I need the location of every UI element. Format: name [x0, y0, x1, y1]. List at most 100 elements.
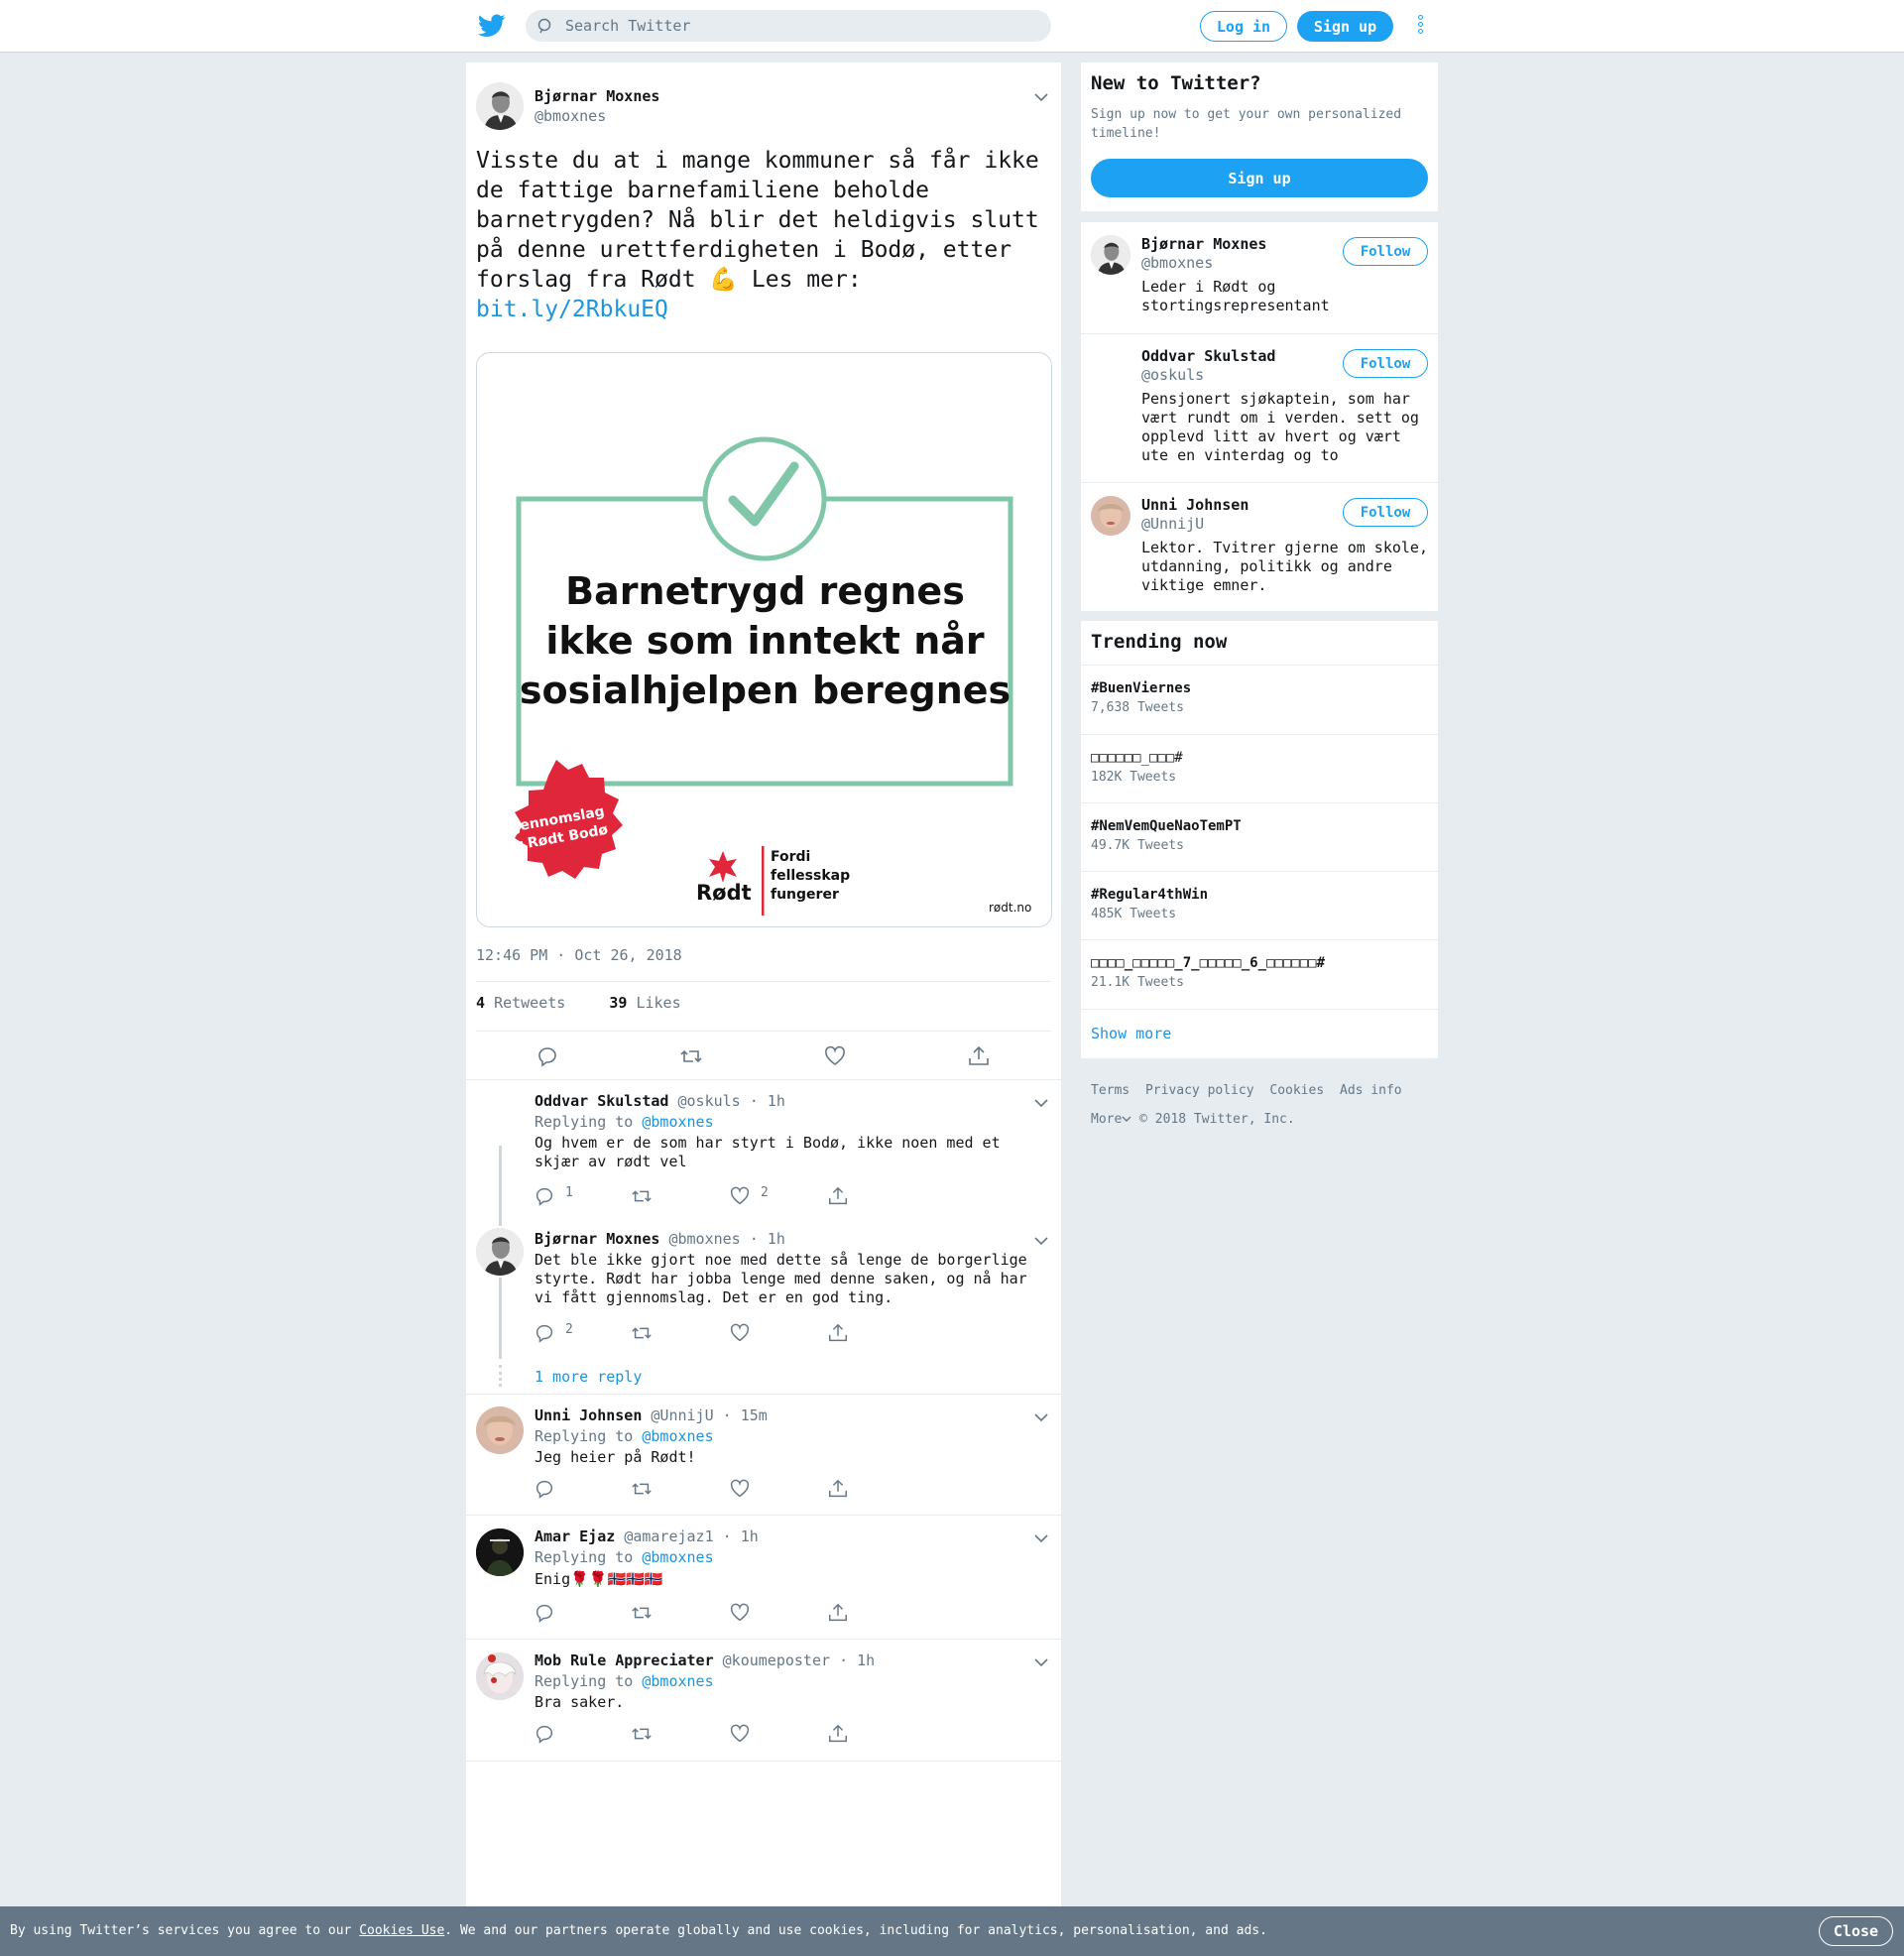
like-icon[interactable] — [823, 1044, 847, 1068]
login-button[interactable]: Log in — [1200, 11, 1287, 42]
footer-cookies[interactable]: Cookies — [1269, 1083, 1324, 1098]
tweet-image-card[interactable]: Barnetrygd regnes ikke som inntekt når s… — [476, 352, 1052, 927]
share-icon[interactable] — [827, 1602, 849, 1624]
author-name[interactable]: Bjørnar Moxnes — [535, 87, 659, 105]
reply-icon[interactable] — [534, 1322, 555, 1344]
like-count[interactable]: 39 — [609, 994, 627, 1012]
chevron-down-icon[interactable] — [1034, 1533, 1048, 1543]
twitter-logo-icon[interactable] — [478, 13, 506, 39]
retweet-icon[interactable] — [631, 1478, 653, 1500]
tweet-link[interactable]: bit.ly/2RbkuEQ — [476, 295, 1041, 324]
mention-link[interactable]: @bmoxnes — [642, 1113, 713, 1131]
suggestion-handle[interactable]: @oskuls — [1141, 366, 1204, 384]
reply-time[interactable]: · 1h — [750, 1230, 785, 1248]
reply-time[interactable]: · 1h — [723, 1528, 759, 1545]
footer-ads[interactable]: Ads info — [1340, 1083, 1402, 1098]
share-icon[interactable] — [827, 1478, 849, 1500]
tweet-timestamp[interactable]: 12:46 PM · Oct 26, 2018 — [476, 946, 682, 964]
follow-suggestion[interactable]: Bjørnar Moxnes @bmoxnes Follow Leder i R… — [1081, 222, 1438, 333]
reply-time[interactable]: · 15m — [723, 1406, 768, 1424]
sidebar-signup-button[interactable]: Sign up — [1091, 159, 1428, 197]
reply-tweet[interactable]: Mob Rule Appreciater @koumeposter · 1h R… — [466, 1639, 1061, 1762]
suggestion-avatar[interactable] — [1091, 347, 1130, 387]
share-icon[interactable] — [827, 1185, 849, 1207]
mention-link[interactable]: @bmoxnes — [642, 1672, 713, 1690]
reply-icon[interactable] — [534, 1723, 555, 1745]
chevron-down-icon[interactable] — [1034, 1657, 1048, 1667]
follow-button[interactable]: Follow — [1343, 349, 1428, 378]
chevron-down-icon[interactable] — [1034, 1412, 1048, 1422]
show-more-link[interactable]: Show more — [1091, 1025, 1171, 1042]
retweet-icon[interactable] — [631, 1723, 653, 1745]
chevron-down-icon[interactable] — [1122, 1115, 1131, 1123]
retweet-count[interactable]: 4 — [476, 994, 485, 1012]
reply-time[interactable]: · 1h — [839, 1651, 875, 1669]
author-avatar[interactable] — [476, 82, 524, 130]
footer-more[interactable]: More — [1091, 1112, 1122, 1127]
reply-tweet[interactable]: Oddvar Skulstad @oskuls · 1h Replying to… — [466, 1079, 1061, 1219]
reply-author-handle[interactable]: @koumeposter — [723, 1651, 830, 1669]
trend-name[interactable]: #NemVemQueNaoTemPT — [1091, 818, 1242, 834]
trend-item[interactable]: #Regular4thWin 485K Tweets — [1081, 871, 1438, 940]
follow-button[interactable]: Follow — [1343, 498, 1428, 527]
reply-avatar[interactable] — [476, 1228, 524, 1276]
follow-button[interactable]: Follow — [1343, 237, 1428, 266]
share-icon[interactable] — [827, 1322, 849, 1344]
reply-author-name[interactable]: Mob Rule Appreciater — [535, 1651, 714, 1669]
retweet-icon[interactable] — [631, 1602, 653, 1624]
mention-link[interactable]: @bmoxnes — [642, 1427, 713, 1445]
reply-icon[interactable] — [534, 1478, 555, 1500]
suggestion-avatar[interactable] — [1091, 235, 1130, 275]
trend-item[interactable]: □□□□_□□□□□_7_□□□□□_6_□□□□□□# 21.1K Tweet… — [1081, 939, 1438, 1009]
search-input[interactable] — [565, 10, 1041, 42]
footer-privacy[interactable]: Privacy policy — [1145, 1083, 1254, 1098]
trend-name[interactable]: #Regular4thWin — [1091, 887, 1208, 903]
reply-icon[interactable] — [534, 1602, 555, 1624]
chevron-down-icon[interactable] — [1034, 92, 1048, 102]
reply-author-name[interactable]: Amar Ejaz — [535, 1528, 615, 1545]
suggestion-handle[interactable]: @UnnijU — [1141, 515, 1204, 533]
reply-avatar[interactable] — [476, 1528, 524, 1576]
footer-terms[interactable]: Terms — [1091, 1083, 1130, 1098]
reply-tweet[interactable]: Amar Ejaz @amarejaz1 · 1h Replying to @b… — [466, 1515, 1061, 1639]
share-icon[interactable] — [827, 1723, 849, 1745]
cookie-close-button[interactable]: Close — [1819, 1916, 1893, 1946]
retweet-icon[interactable] — [631, 1185, 653, 1207]
reply-tweet[interactable]: Unni Johnsen @UnnijU · 15m Replying to @… — [466, 1394, 1061, 1515]
like-icon[interactable] — [729, 1723, 751, 1745]
suggestion-name[interactable]: Unni Johnsen — [1141, 496, 1249, 514]
trend-item[interactable]: □□□□□□_□□□# 182K Tweets — [1081, 734, 1438, 803]
follow-suggestion[interactable]: Oddvar Skulstad @oskuls Follow Pensjoner… — [1081, 333, 1438, 482]
share-icon[interactable] — [967, 1044, 991, 1068]
like-icon[interactable] — [729, 1185, 751, 1207]
suggestion-handle[interactable]: @bmoxnes — [1141, 254, 1213, 272]
reply-author-handle[interactable]: @UnnijU — [651, 1406, 713, 1424]
reply-time[interactable]: · 1h — [750, 1092, 785, 1110]
like-icon[interactable] — [729, 1478, 751, 1500]
trend-name[interactable]: □□□□_□□□□□_7_□□□□□_6_□□□□□□# — [1091, 955, 1325, 971]
chevron-down-icon[interactable] — [1034, 1236, 1048, 1246]
likes-label[interactable]: Likes — [636, 994, 680, 1012]
reply-icon[interactable] — [536, 1044, 559, 1068]
reply-tweet[interactable]: Bjørnar Moxnes @bmoxnes · 1h Det ble ikk… — [466, 1218, 1061, 1397]
chevron-down-icon[interactable] — [1034, 1098, 1048, 1108]
signup-button[interactable]: Sign up — [1297, 11, 1393, 42]
suggestion-name[interactable]: Bjørnar Moxnes — [1141, 235, 1266, 253]
reply-author-handle[interactable]: @oskuls — [678, 1092, 741, 1110]
retweets-label[interactable]: Retweets — [494, 994, 565, 1012]
reply-author-name[interactable]: Unni Johnsen — [535, 1406, 642, 1424]
suggestion-avatar[interactable] — [1091, 496, 1130, 536]
trend-item[interactable]: #NemVemQueNaoTemPT 49.7K Tweets — [1081, 802, 1438, 872]
more-replies-link[interactable]: 1 more reply — [535, 1368, 642, 1386]
like-icon[interactable] — [729, 1602, 751, 1624]
reply-icon[interactable] — [534, 1185, 555, 1207]
trend-name[interactable]: #BuenViernes — [1091, 680, 1191, 696]
reply-author-name[interactable]: Oddvar Skulstad — [535, 1092, 668, 1110]
retweet-icon[interactable] — [631, 1322, 653, 1344]
reply-author-handle[interactable]: @amarejaz1 — [624, 1528, 713, 1545]
follow-suggestion[interactable]: Unni Johnsen @UnnijU Follow Lektor. Tvit… — [1081, 482, 1438, 611]
trend-item[interactable]: #BuenViernes 7,638 Tweets — [1081, 665, 1438, 734]
mention-link[interactable]: @bmoxnes — [642, 1548, 713, 1566]
reply-avatar[interactable] — [476, 1406, 524, 1454]
suggestion-name[interactable]: Oddvar Skulstad — [1141, 347, 1275, 365]
